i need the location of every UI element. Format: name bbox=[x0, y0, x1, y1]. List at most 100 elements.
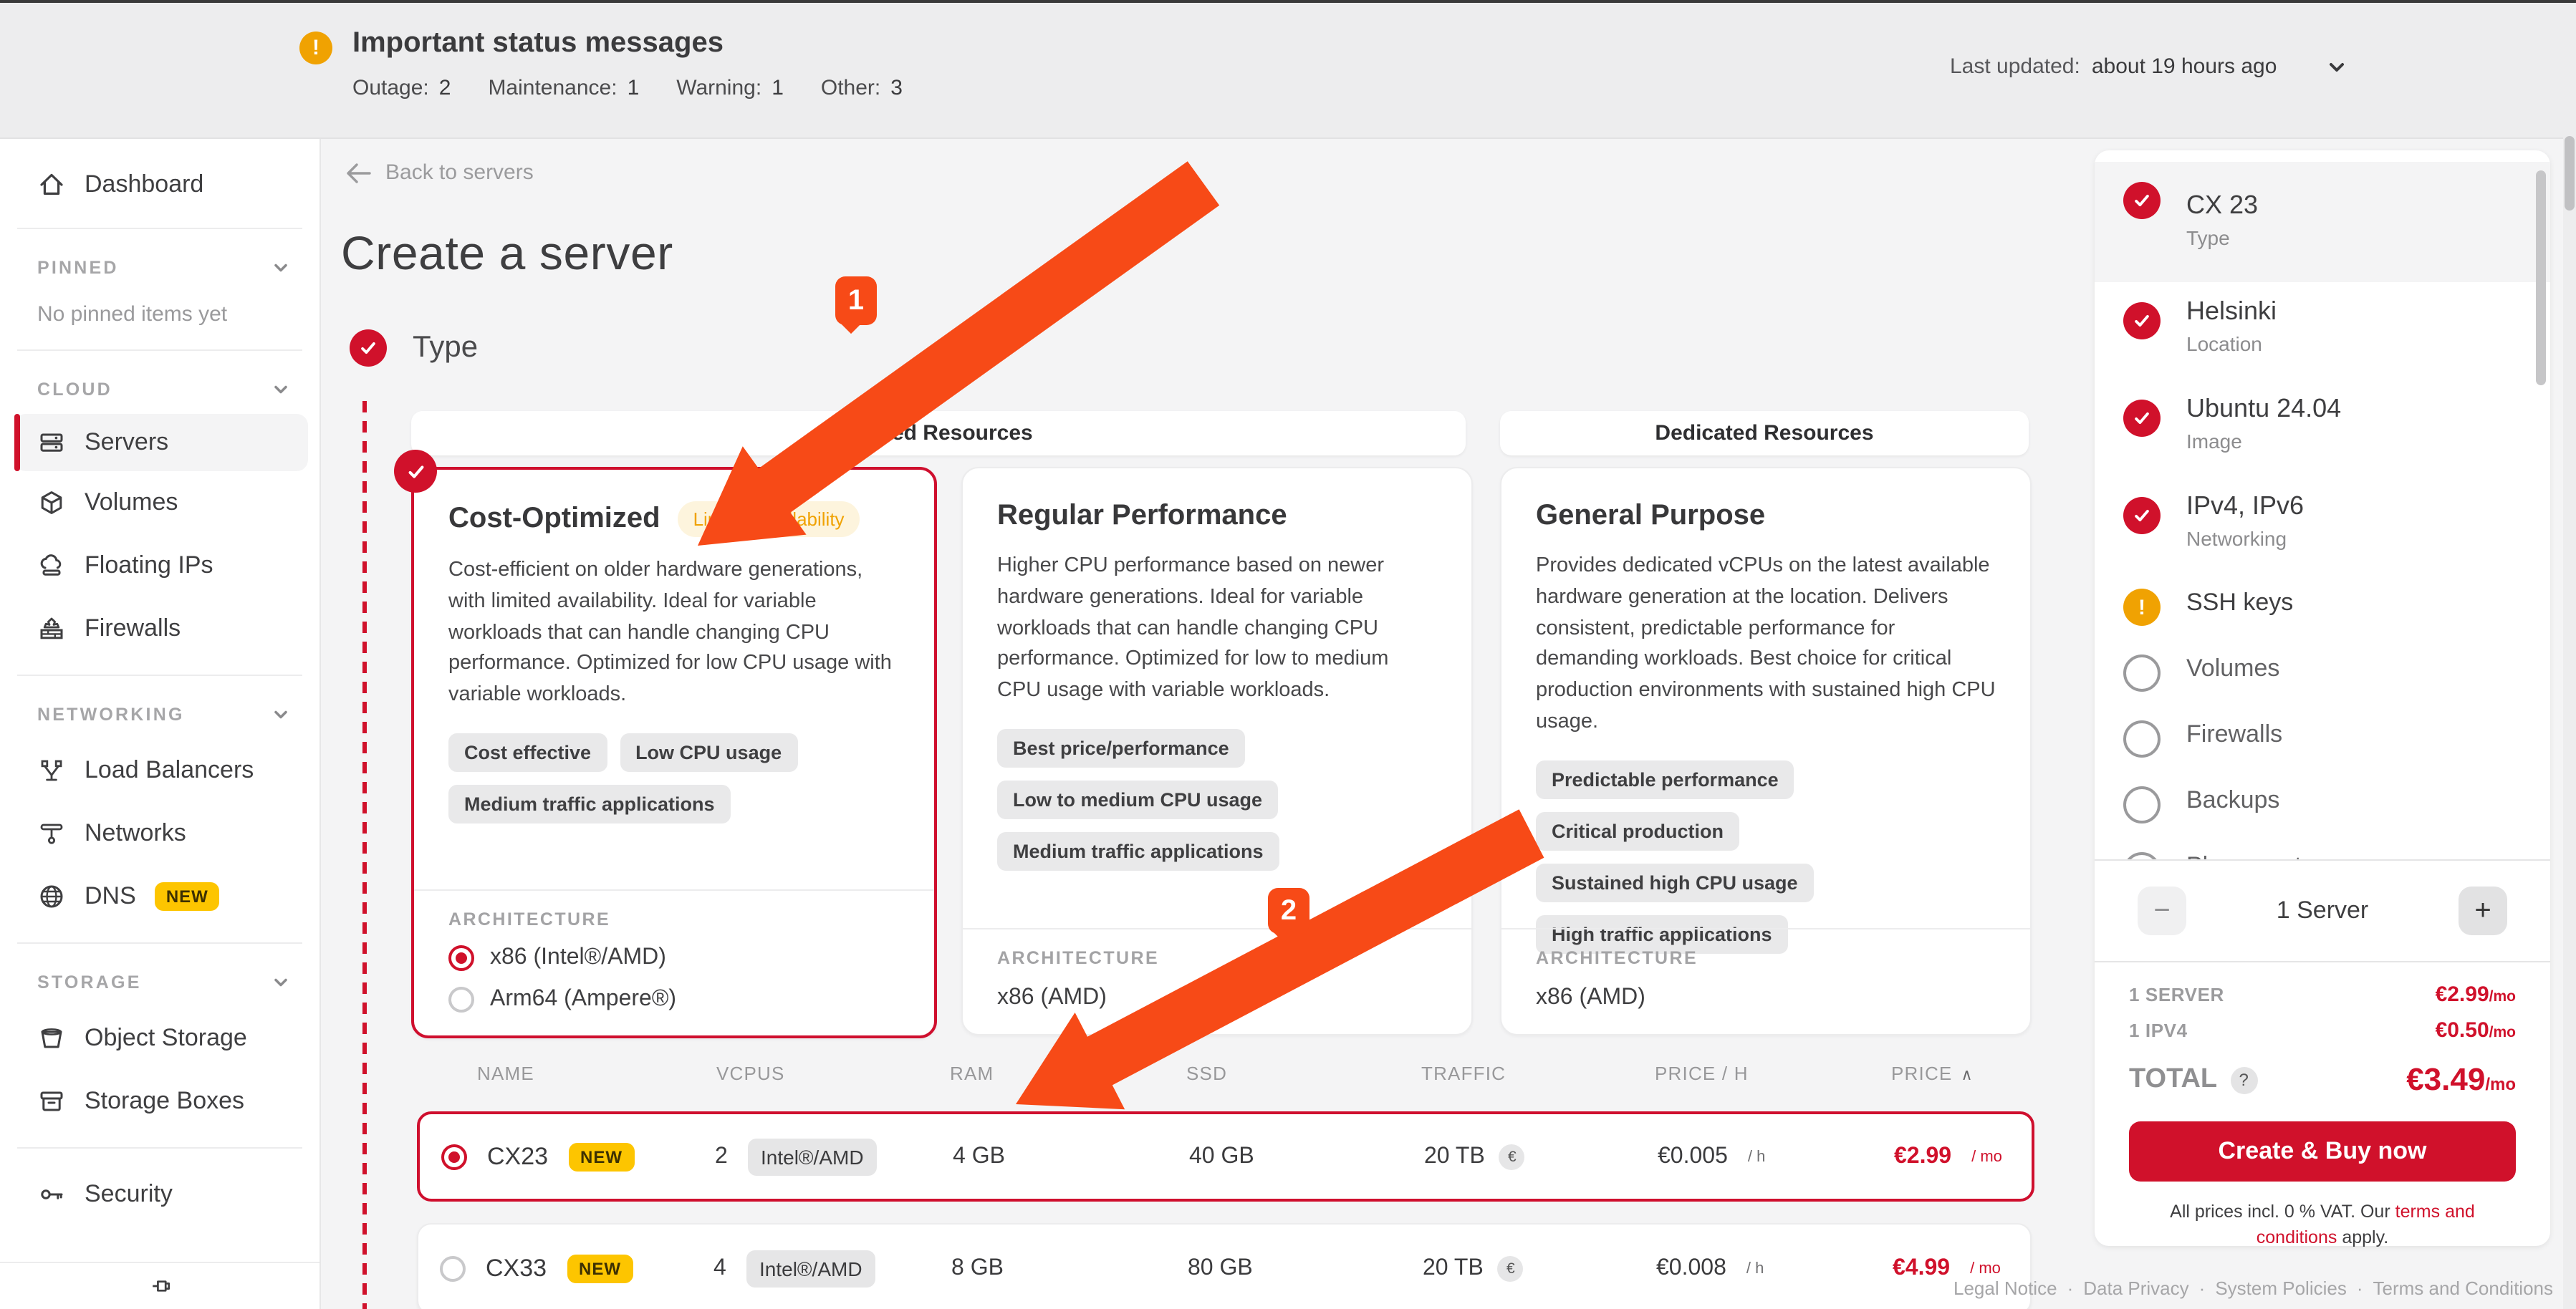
chevron-down-icon bbox=[271, 380, 291, 400]
sidebar-item-firewalls[interactable]: Firewalls bbox=[0, 597, 319, 660]
tab-shared-resources[interactable]: Shared Resources bbox=[411, 411, 1466, 455]
window-scrollbar-thumb[interactable] bbox=[2565, 136, 2575, 211]
card-general-purpose[interactable]: General Purpose Provides dedicated vCPUs… bbox=[1500, 467, 2032, 1035]
sidebar-item-floating-ips[interactable]: Floating IPs bbox=[0, 534, 319, 597]
column-header-price-h: PRICE / H bbox=[1655, 1063, 1749, 1084]
plan-traffic: 20 TB€ bbox=[1423, 1256, 1524, 1282]
sidebar-item-label: Servers bbox=[85, 428, 168, 457]
bucket-icon bbox=[37, 1024, 66, 1053]
divider bbox=[17, 349, 302, 351]
type-step-header: Type bbox=[350, 329, 478, 367]
summary-step-volumes[interactable]: Volumes bbox=[2095, 640, 2550, 706]
last-updated-dropdown[interactable]: Last updated: about 19 hours ago bbox=[1950, 54, 2348, 79]
summary-step-firewalls[interactable]: Firewalls bbox=[2095, 706, 2550, 772]
price-summary: 1 SERVER €2.99/mo 1 IPV4 €0.50/mo TOTAL … bbox=[2095, 961, 2550, 1251]
sidebar: Dashboard PINNED No pinned items yet CLO… bbox=[0, 139, 321, 1309]
plan-radio[interactable] bbox=[440, 1256, 466, 1282]
cloud-icon bbox=[37, 551, 66, 580]
summary-step-image[interactable]: Ubuntu 24.04 Image bbox=[2095, 380, 2550, 477]
outage-count: Outage:2 bbox=[352, 76, 451, 100]
step-done-icon bbox=[2123, 400, 2161, 437]
tag: Cost effective bbox=[448, 733, 607, 772]
chevron-down-icon bbox=[271, 258, 291, 278]
euro-icon: € bbox=[1499, 1144, 1525, 1169]
sidebar-item-dashboard[interactable]: Dashboard bbox=[0, 156, 319, 213]
plan-vcpus: 4 bbox=[713, 1256, 726, 1282]
create-buy-now-button[interactable]: Create & Buy now bbox=[2129, 1121, 2516, 1182]
card-cost-optimized[interactable]: Cost-Optimized Limited availability Cost… bbox=[411, 467, 937, 1038]
order-summary-panel: CX 23 Type Helsinki Location Ubuntu 24.0… bbox=[2095, 150, 2550, 1246]
pin-sidebar-button[interactable] bbox=[0, 1262, 319, 1309]
server-count-value: 1 Server bbox=[2277, 897, 2369, 925]
sidebar-item-label: Object Storage bbox=[85, 1024, 247, 1053]
card-description: Provides dedicated vCPUs on the latest a… bbox=[1536, 551, 1996, 738]
decrease-server-count-button[interactable]: − bbox=[2138, 887, 2186, 935]
back-to-servers-link[interactable]: Back to servers bbox=[347, 160, 534, 185]
sidebar-item-dns[interactable]: DNS NEW bbox=[0, 865, 319, 928]
new-badge: NEW bbox=[567, 1255, 633, 1283]
vat-fine-print: All prices incl. 0 % VAT. Our terms and … bbox=[2129, 1199, 2516, 1251]
summary-step-ssh-keys[interactable]: ! SSH keys bbox=[2095, 574, 2550, 640]
new-badge: NEW bbox=[569, 1142, 634, 1171]
terms-conditions-link[interactable]: Terms and Conditions bbox=[2373, 1277, 2553, 1299]
sidebar-item-object-storage[interactable]: Object Storage bbox=[0, 1007, 319, 1070]
warning-icon: ! bbox=[299, 32, 332, 64]
tag: Best price/performance bbox=[997, 729, 1245, 768]
total-row: TOTAL ? €3.49/mo bbox=[2129, 1061, 2516, 1098]
warning-count: Warning:1 bbox=[676, 76, 784, 100]
network-icon bbox=[37, 819, 66, 848]
data-privacy-link[interactable]: Data Privacy bbox=[2083, 1277, 2188, 1299]
summary-step-backups[interactable]: Backups bbox=[2095, 772, 2550, 838]
separator: · bbox=[2199, 1277, 2206, 1299]
column-header-vcpus: VCPUS bbox=[716, 1063, 785, 1084]
plan-radio[interactable] bbox=[441, 1144, 467, 1169]
system-policies-link[interactable]: System Policies bbox=[2215, 1277, 2347, 1299]
window-top-edge bbox=[0, 0, 2576, 3]
plan-row-cx33[interactable]: CX33 NEW 4 Intel®/AMD 8 GB 80 GB 20 TB€ … bbox=[417, 1223, 2032, 1309]
tab-dedicated-resources[interactable]: Dedicated Resources bbox=[1500, 411, 2029, 455]
card-title: Regular Performance bbox=[997, 500, 1287, 533]
tag: Medium traffic applications bbox=[997, 832, 1279, 871]
tag: Predictable performance bbox=[1536, 760, 1794, 798]
status-banner: ! Important status messages Outage:2 Mai… bbox=[0, 0, 2576, 139]
sidebar-item-label: DNS bbox=[85, 882, 136, 911]
other-count: Other:3 bbox=[821, 76, 903, 100]
architecture-label: ARCHITECTURE bbox=[1536, 948, 1996, 968]
tag: Sustained high CPU usage bbox=[1536, 863, 1814, 902]
tag: Low to medium CPU usage bbox=[997, 781, 1278, 819]
sidebar-item-load-balancers[interactable]: Load Balancers bbox=[0, 739, 319, 802]
sidebar-section-cloud[interactable]: CLOUD bbox=[0, 365, 319, 414]
card-title: General Purpose bbox=[1536, 500, 1765, 533]
radio-arm64[interactable]: Arm64 (Ampere®) bbox=[448, 987, 900, 1013]
column-header-name: NAME bbox=[477, 1063, 534, 1084]
sidebar-item-volumes[interactable]: Volumes bbox=[0, 471, 319, 534]
sidebar-section-pinned[interactable]: PINNED bbox=[0, 243, 319, 292]
chevron-down-icon bbox=[2288, 55, 2348, 78]
step-todo-icon bbox=[2123, 786, 2161, 823]
sidebar-item-label: Storage Boxes bbox=[85, 1087, 244, 1116]
legal-notice-link[interactable]: Legal Notice bbox=[1953, 1277, 2057, 1299]
sidebar-item-security[interactable]: Security bbox=[0, 1163, 319, 1226]
increase-server-count-button[interactable]: + bbox=[2459, 887, 2507, 935]
sidebar-section-networking[interactable]: NETWORKING bbox=[0, 690, 319, 739]
summary-step-type[interactable]: CX 23 Type bbox=[2095, 162, 2550, 282]
card-regular-performance[interactable]: Regular Performance Higher CPU performan… bbox=[961, 467, 1473, 1035]
config-checklist: CX 23 Type Helsinki Location Ubuntu 24.0… bbox=[2095, 150, 2550, 859]
sidebar-item-networks[interactable]: Networks bbox=[0, 802, 319, 865]
sidebar-item-storage-boxes[interactable]: Storage Boxes bbox=[0, 1070, 319, 1133]
summary-step-placement-groups[interactable]: Placement groups bbox=[2095, 838, 2550, 859]
panel-scrollbar[interactable] bbox=[2536, 170, 2546, 385]
summary-step-networking[interactable]: IPv4, IPv6 Networking bbox=[2095, 477, 2550, 574]
architecture-label: ARCHITECTURE bbox=[448, 909, 900, 929]
euro-icon: € bbox=[1498, 1256, 1524, 1282]
radio-x86[interactable]: x86 (Intel®/AMD) bbox=[448, 945, 900, 971]
sidebar-item-servers[interactable]: Servers bbox=[14, 414, 308, 471]
window-scrollbar[interactable] bbox=[2563, 0, 2576, 1309]
summary-step-location[interactable]: Helsinki Location bbox=[2095, 282, 2550, 380]
column-header-price-sort[interactable]: PRICE∧ bbox=[1891, 1063, 1974, 1084]
sidebar-section-storage[interactable]: STORAGE bbox=[0, 958, 319, 1007]
step-done-icon bbox=[2123, 182, 2161, 219]
help-icon[interactable]: ? bbox=[2230, 1066, 2257, 1093]
last-updated-label: Last updated: bbox=[1950, 54, 2080, 79]
plan-row-cx23[interactable]: CX23 NEW 2 Intel®/AMD 4 GB 40 GB 20 TB€ … bbox=[417, 1111, 2034, 1202]
